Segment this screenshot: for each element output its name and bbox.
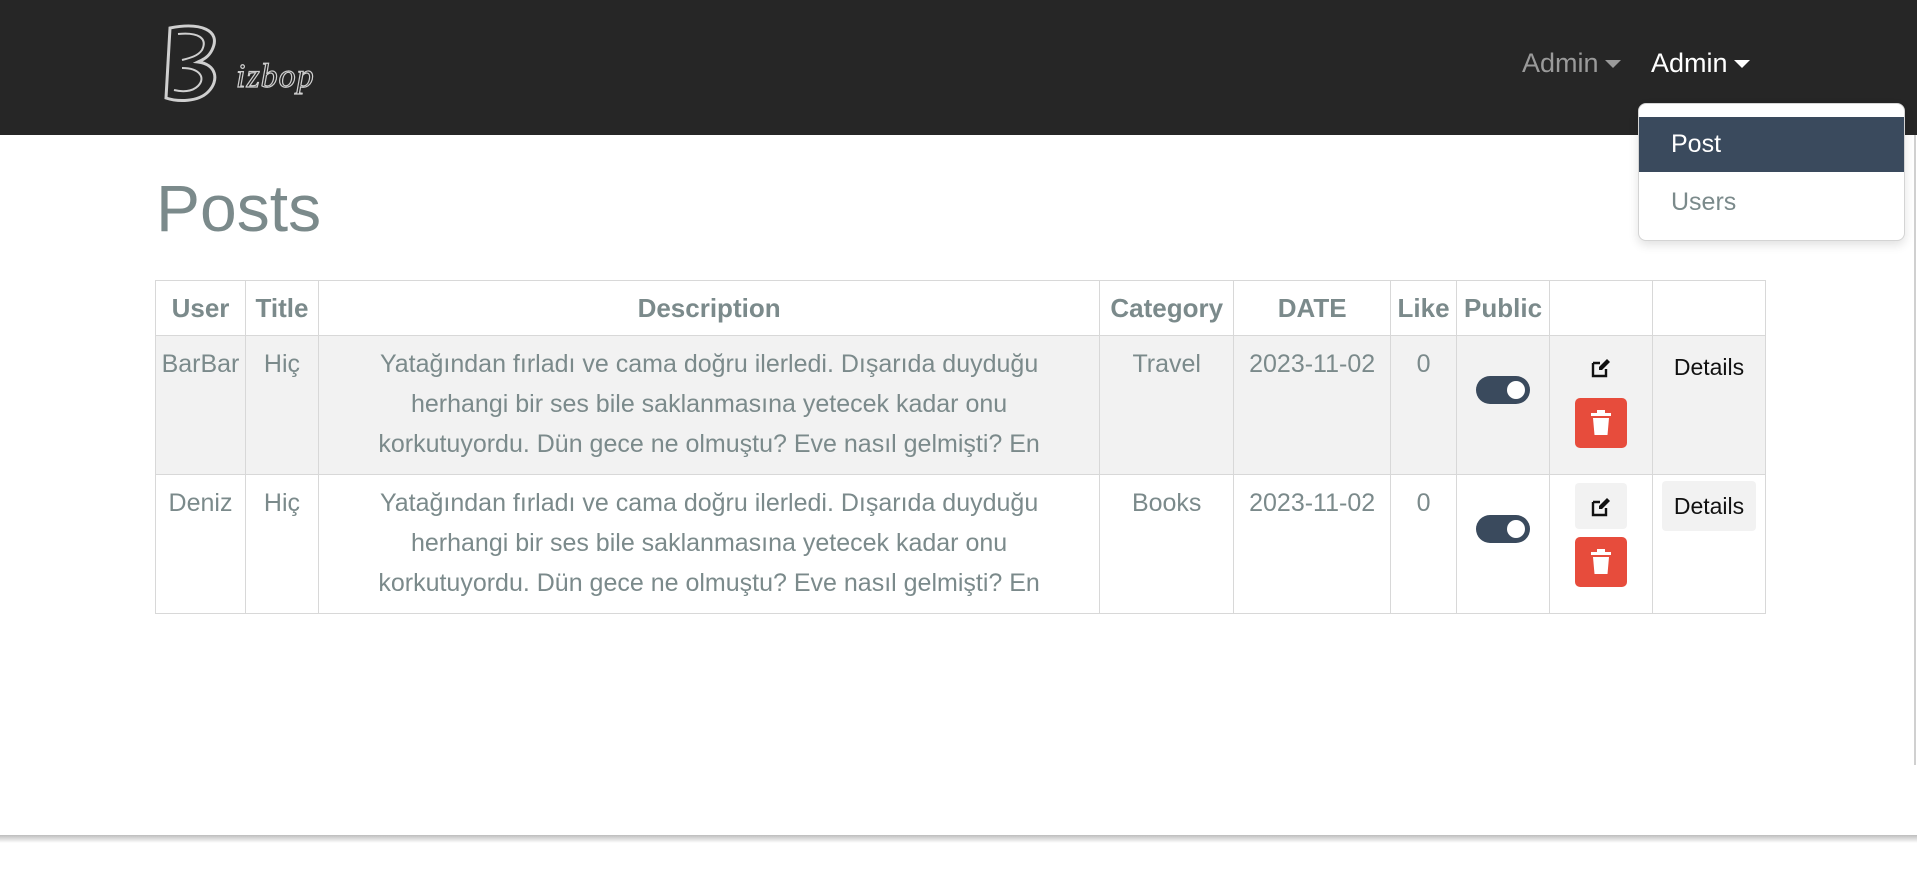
- logo-letter-icon: [164, 24, 217, 102]
- trash-icon: [1591, 549, 1612, 574]
- details-button[interactable]: Details: [1661, 342, 1757, 392]
- cell-user: Deniz: [155, 474, 246, 614]
- public-toggle[interactable]: [1476, 515, 1531, 543]
- column-header-public: Public: [1456, 280, 1551, 336]
- cell-user: BarBar: [155, 335, 246, 475]
- public-toggle[interactable]: [1476, 376, 1531, 404]
- toggle-knob: [1507, 381, 1526, 399]
- cell-category: Travel: [1099, 335, 1235, 475]
- cell-public: [1456, 474, 1551, 614]
- delete-button[interactable]: [1575, 537, 1628, 587]
- column-header-details: [1651, 280, 1767, 336]
- column-header-description: Description: [317, 280, 1101, 336]
- navbar: izbop Admin Admin: [0, 0, 1917, 135]
- cell-actions: [1549, 335, 1653, 475]
- caret-down-icon: [1604, 59, 1621, 68]
- details-button[interactable]: Details: [1661, 481, 1757, 531]
- column-header-like: Like: [1390, 280, 1458, 336]
- trash-icon: [1591, 410, 1612, 435]
- cell-like: 0: [1390, 474, 1458, 614]
- delete-button[interactable]: [1575, 398, 1628, 448]
- brand-logo[interactable]: izbop: [160, 22, 320, 104]
- admin-dropdown-toggle-1[interactable]: Admin: [1522, 48, 1621, 79]
- admin-dropdown-label: Admin: [1522, 48, 1599, 78]
- edit-icon: [1591, 498, 1611, 517]
- cell-details: Details: [1651, 335, 1767, 475]
- edit-button[interactable]: [1575, 483, 1628, 529]
- admin-dropdown-label: Admin: [1651, 48, 1728, 78]
- caret-down-icon: [1733, 59, 1750, 68]
- table-header-row: User Title Description Category DATE Lik…: [155, 280, 1767, 336]
- column-header-actions: [1549, 280, 1653, 336]
- edit-button[interactable]: [1575, 344, 1628, 390]
- table-row: BarBar Hiç Yatağından fırladı ve cama do…: [155, 335, 1767, 475]
- menu-item-post[interactable]: Post: [1639, 117, 1904, 172]
- vertical-scrollbar[interactable]: [1914, 135, 1916, 765]
- cell-description: Yatağından fırladı ve cama doğru ilerled…: [317, 474, 1101, 614]
- cell-public: [1456, 335, 1551, 475]
- cell-date: 2023-11-02: [1233, 474, 1392, 614]
- toggle-knob: [1507, 520, 1526, 538]
- cell-category: Books: [1099, 474, 1235, 614]
- menu-item-users[interactable]: Users: [1639, 175, 1904, 230]
- cell-title: Hiç: [244, 335, 319, 475]
- cell-details: Details: [1651, 474, 1767, 614]
- column-header-category: Category: [1099, 280, 1235, 336]
- table-row: Deniz Hiç Yatağından fırladı ve cama doğ…: [155, 474, 1767, 614]
- column-header-user: User: [155, 280, 246, 336]
- admin-dropdown-menu: Post Users: [1638, 103, 1905, 241]
- edit-icon: [1591, 359, 1611, 378]
- column-header-date: DATE: [1233, 280, 1392, 336]
- posts-table: User Title Description Category DATE Lik…: [155, 280, 1767, 614]
- cell-date: 2023-11-02: [1233, 335, 1392, 475]
- brand-text: izbop: [235, 57, 315, 95]
- admin-dropdown-toggle-2[interactable]: Admin: [1651, 48, 1750, 79]
- cell-title: Hiç: [244, 474, 319, 614]
- page-title: Posts: [156, 171, 322, 245]
- footer-divider: [0, 835, 1917, 843]
- cell-like: 0: [1390, 335, 1458, 475]
- cell-description: Yatağından fırladı ve cama doğru ilerled…: [317, 335, 1101, 475]
- cell-actions: [1549, 474, 1653, 614]
- column-header-title: Title: [244, 280, 319, 336]
